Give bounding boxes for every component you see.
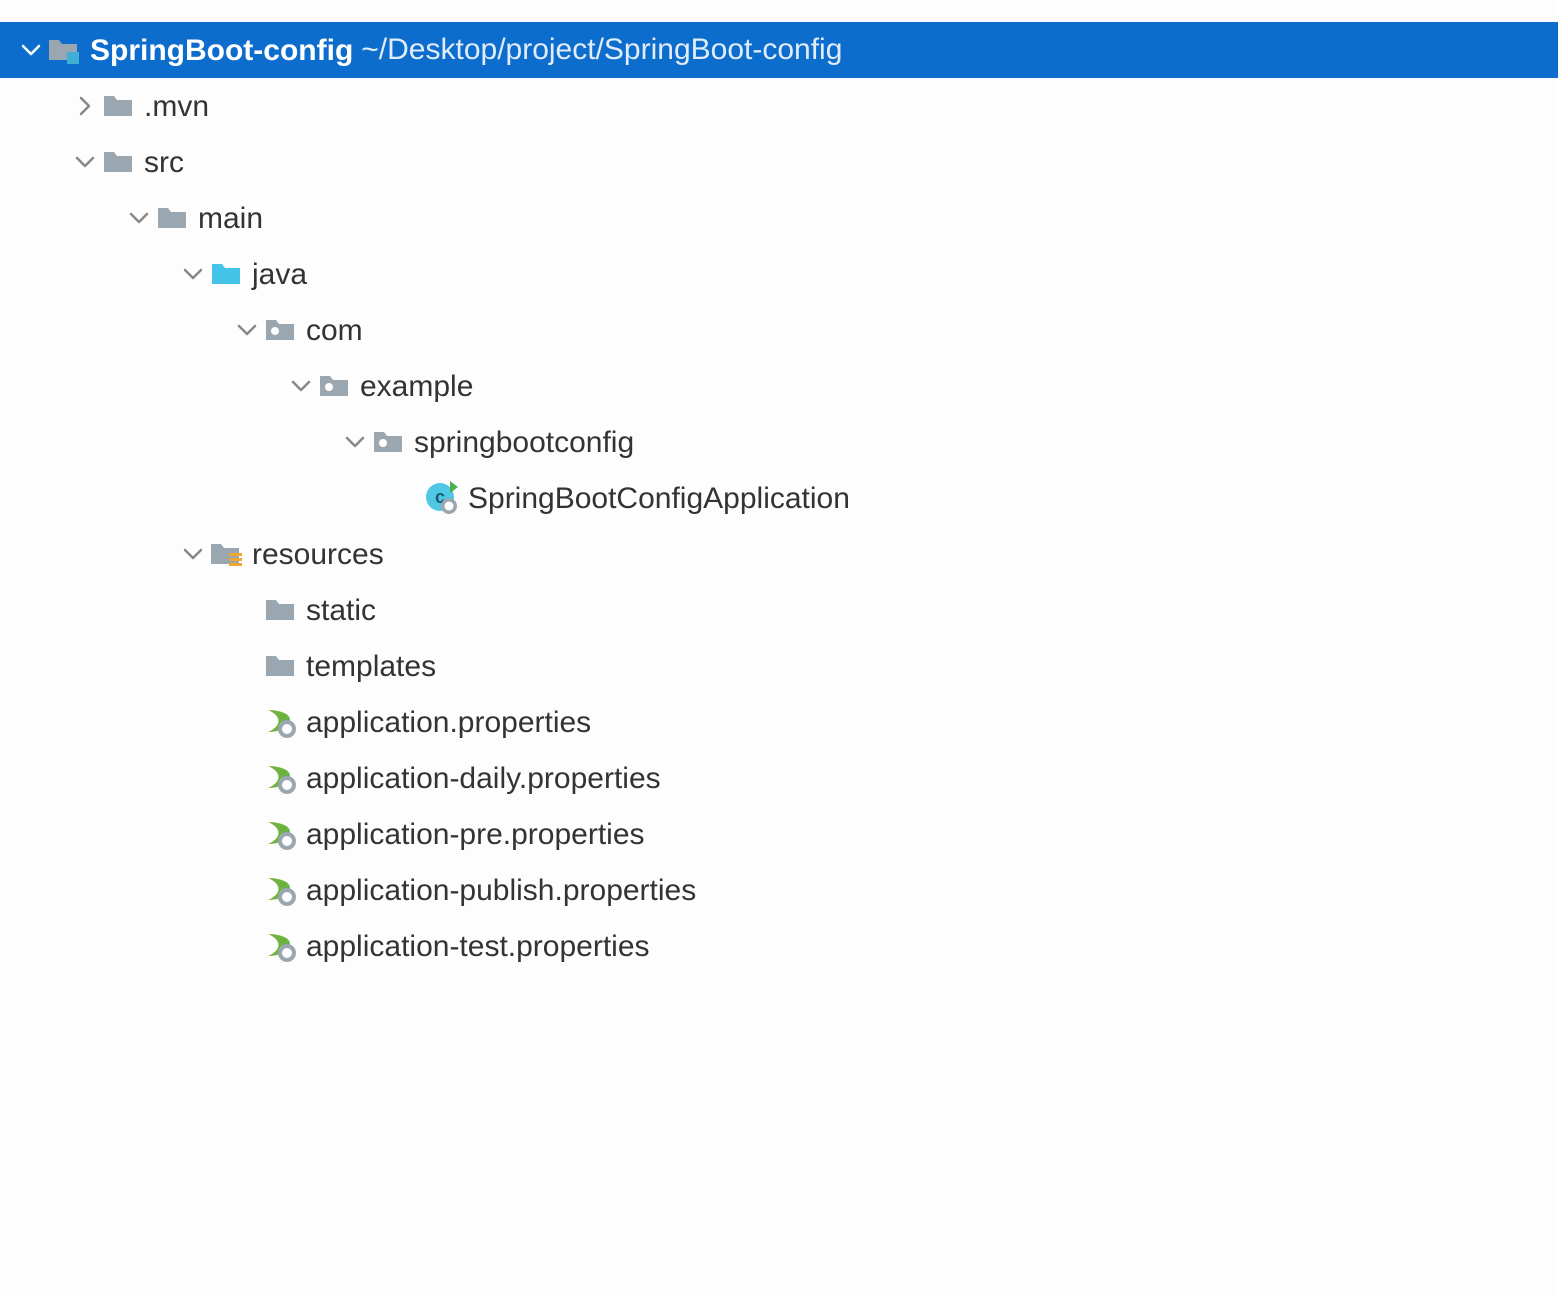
- tree-item-mvn[interactable]: .mvn: [0, 78, 1558, 134]
- folder-icon: [100, 88, 136, 124]
- chevron-down-icon[interactable]: [232, 318, 262, 342]
- tree-item-application-properties[interactable]: application.properties: [0, 694, 1558, 750]
- tree-item-templates[interactable]: templates: [0, 638, 1558, 694]
- tree-item-java[interactable]: java: [0, 246, 1558, 302]
- spring-runnable-class-icon: [424, 480, 460, 516]
- tree-item-label: SpringBoot-config: [90, 32, 353, 68]
- tree-item-label: application.properties: [306, 704, 591, 740]
- tree-item-example[interactable]: example: [0, 358, 1558, 414]
- tree-item-label: templates: [306, 648, 436, 684]
- tree-item-label: application-pre.properties: [306, 816, 645, 852]
- tree-item-label: application-daily.properties: [306, 760, 661, 796]
- chevron-down-icon[interactable]: [124, 206, 154, 230]
- tree-item-label: application-publish.properties: [306, 872, 696, 908]
- package-icon: [316, 368, 352, 404]
- tree-item-static[interactable]: static: [0, 582, 1558, 638]
- tree-item-application-class[interactable]: SpringBootConfigApplication: [0, 470, 1558, 526]
- tree-item-label: static: [306, 592, 376, 628]
- tree-item-label: resources: [252, 536, 384, 572]
- package-icon: [262, 312, 298, 348]
- spring-properties-icon: [262, 872, 298, 908]
- module-folder-icon: [46, 32, 82, 68]
- tree-item-label: com: [306, 312, 363, 348]
- spring-properties-icon: [262, 760, 298, 796]
- chevron-down-icon[interactable]: [286, 374, 316, 398]
- tree-item-label: .mvn: [144, 88, 209, 124]
- spring-properties-icon: [262, 704, 298, 740]
- chevron-down-icon[interactable]: [178, 542, 208, 566]
- folder-icon: [100, 144, 136, 180]
- tree-item-label: src: [144, 144, 184, 180]
- chevron-right-icon[interactable]: [70, 94, 100, 118]
- tree-item-application-pre-properties[interactable]: application-pre.properties: [0, 806, 1558, 862]
- tree-item-resources[interactable]: resources: [0, 526, 1558, 582]
- tree-item-label: SpringBootConfigApplication: [468, 480, 850, 516]
- tree-item-label: java: [252, 256, 307, 292]
- tree-item-label: springbootconfig: [414, 424, 634, 460]
- chevron-down-icon[interactable]: [340, 430, 370, 454]
- tree-item-main[interactable]: main: [0, 190, 1558, 246]
- folder-icon: [262, 592, 298, 628]
- tree-item-com[interactable]: com: [0, 302, 1558, 358]
- tree-item-root[interactable]: SpringBoot-config ~/Desktop/project/Spri…: [0, 22, 1558, 78]
- folder-icon: [154, 200, 190, 236]
- tree-item-label: example: [360, 368, 473, 404]
- tree-item-label: application-test.properties: [306, 928, 650, 964]
- tree-item-src[interactable]: src: [0, 134, 1558, 190]
- chevron-down-icon[interactable]: [70, 150, 100, 174]
- folder-icon: [262, 648, 298, 684]
- tree-item-path: ~/Desktop/project/SpringBoot-config: [361, 33, 842, 67]
- chevron-down-icon[interactable]: [16, 38, 46, 62]
- tree-item-application-publish-properties[interactable]: application-publish.properties: [0, 862, 1558, 918]
- tree-item-application-daily-properties[interactable]: application-daily.properties: [0, 750, 1558, 806]
- project-tree: SpringBoot-config ~/Desktop/project/Spri…: [0, 0, 1558, 1204]
- source-folder-icon: [208, 256, 244, 292]
- chevron-down-icon[interactable]: [178, 262, 208, 286]
- tree-item-label: main: [198, 200, 263, 236]
- spring-properties-icon: [262, 928, 298, 964]
- package-icon: [370, 424, 406, 460]
- resources-folder-icon: [208, 536, 244, 572]
- tree-item-application-test-properties[interactable]: application-test.properties: [0, 918, 1558, 974]
- tree-item-springbootconfig[interactable]: springbootconfig: [0, 414, 1558, 470]
- spring-properties-icon: [262, 816, 298, 852]
